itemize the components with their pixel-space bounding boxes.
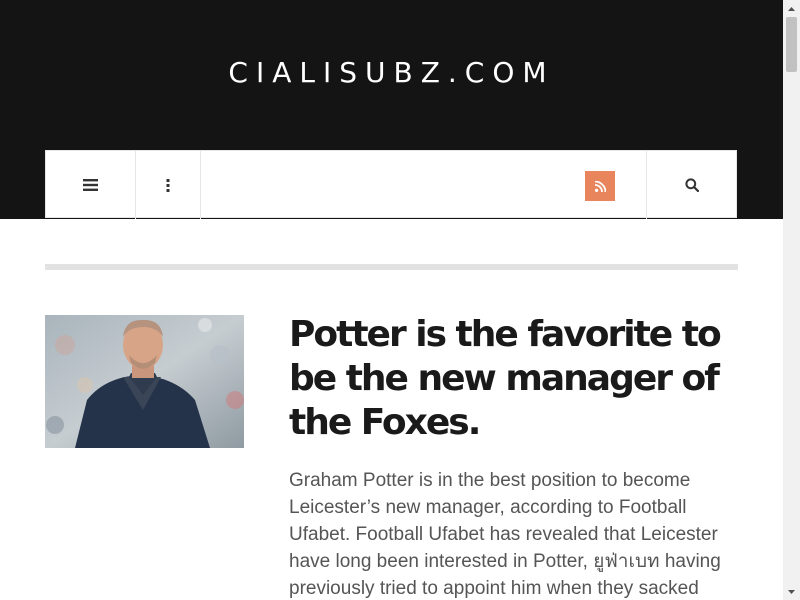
vertical-dots-icon: [166, 178, 170, 192]
scrollbar-thumb[interactable]: [786, 17, 797, 72]
menu-button[interactable]: [46, 151, 136, 219]
post-title[interactable]: Potter is the favorite to be the new man…: [289, 313, 739, 445]
site-title[interactable]: CIALISUBZ.COM: [0, 56, 783, 89]
page: CIALISUBZ.COM Potter is the favorite to …: [0, 0, 783, 600]
more-options-button[interactable]: [136, 151, 201, 219]
site-header: CIALISUBZ.COM: [0, 0, 783, 219]
scroll-up-button[interactable]: [783, 0, 800, 17]
vertical-scrollbar[interactable]: [783, 0, 800, 600]
content-divider: [45, 264, 738, 270]
hamburger-menu-icon: [83, 179, 98, 191]
scroll-down-button[interactable]: [783, 583, 800, 600]
scroll-up-arrow-icon: [788, 6, 795, 11]
rss-feed-button[interactable]: [585, 171, 615, 201]
search-icon: [684, 178, 699, 192]
post-thumbnail[interactable]: [45, 315, 244, 448]
manager-photo: [45, 315, 244, 448]
search-button[interactable]: [646, 151, 736, 219]
navbar: [45, 150, 737, 219]
scroll-down-arrow-icon: [788, 589, 795, 594]
rss-feed-icon: [594, 180, 606, 192]
post-excerpt: Graham Potter is in the best position to…: [289, 470, 721, 599]
